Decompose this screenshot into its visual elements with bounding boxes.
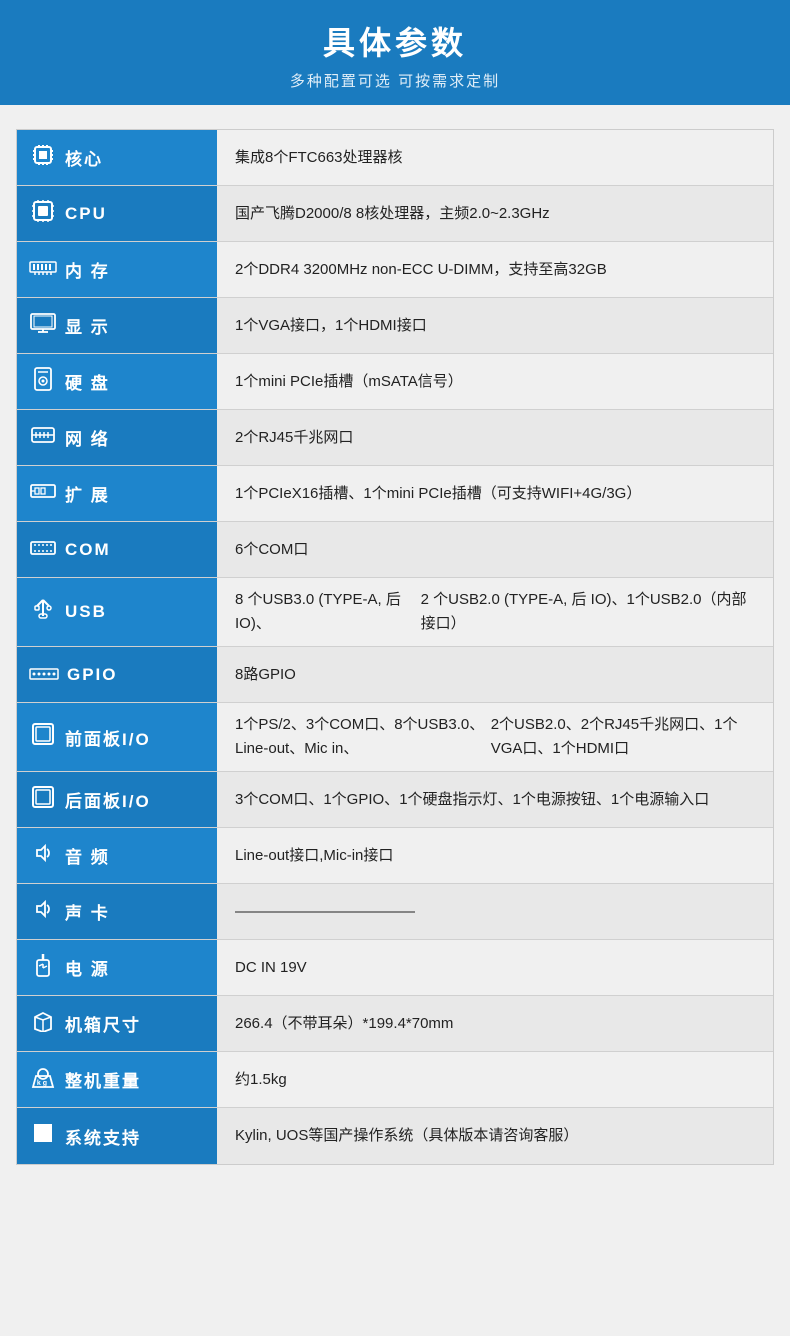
spec-icon	[29, 663, 59, 686]
spec-row: USB 8 个USB3.0 (TYPE-A, 后 IO)、2 个USB2.0 (T…	[17, 578, 773, 647]
spec-label-text: 前面板I/O	[65, 725, 151, 750]
spec-icon: kg	[29, 1066, 57, 1094]
spec-value: 8 个USB3.0 (TYPE-A, 后 IO)、2 个USB2.0 (TYPE…	[217, 578, 773, 646]
svg-text:kg: kg	[37, 1080, 49, 1087]
spec-value: 266.4（不带耳朵）*199.4*70mm	[217, 996, 773, 1051]
spec-label: 前面板I/O	[17, 703, 217, 771]
spec-value: 3个COM口、1个GPIO、1个硬盘指示灯、1个电源按钮、1个电源输入口	[217, 772, 773, 827]
spec-table: 核心 集成8个FTC663处理器核 CPU 国产飞腾D2000/8 8核处理器，主频2…	[16, 129, 774, 1165]
spec-row: CPU 国产飞腾D2000/8 8核处理器，主频2.0~2.3GHz	[17, 186, 773, 242]
spec-label-text: 电 源	[65, 955, 110, 980]
spec-row: 电 源 DC IN 19V	[17, 940, 773, 996]
spec-icon	[29, 598, 57, 626]
spec-value: 国产飞腾D2000/8 8核处理器，主频2.0~2.3GHz	[217, 186, 773, 241]
spec-label-text: 扩 展	[65, 481, 110, 506]
spec-label-text: 整机重量	[65, 1067, 141, 1092]
spec-icon	[29, 723, 57, 751]
spec-label-text: 机箱尺寸	[65, 1011, 141, 1036]
spec-label: 电 源	[17, 940, 217, 995]
spec-icon	[29, 199, 57, 229]
spec-row: 核心 集成8个FTC663处理器核	[17, 130, 773, 186]
spec-label-text: CPU	[65, 204, 107, 224]
spec-value: 1个PS/2、3个COM口、8个USB3.0、Line-out、Mic in、2…	[217, 703, 773, 771]
spec-label: 机箱尺寸	[17, 996, 217, 1051]
spec-value: 1个PCIeX16插槽、1个mini PCIe插槽（可支持WIFI+4G/3G）	[217, 466, 773, 521]
spec-row: 扩 展 1个PCIeX16插槽、1个mini PCIe插槽（可支持WIFI+4G/…	[17, 466, 773, 522]
spec-icon	[29, 842, 57, 870]
spec-label: 音 频	[17, 828, 217, 883]
spec-label: 系统支持	[17, 1108, 217, 1164]
spec-row: 音 频 Line-out接口,Mic-in接口	[17, 828, 773, 884]
spec-icon	[29, 143, 57, 173]
spec-icon	[29, 482, 57, 506]
spec-label-text: GPIO	[67, 665, 118, 685]
spec-value: 6个COM口	[217, 522, 773, 577]
spec-value: DC IN 19V	[217, 940, 773, 995]
spec-label: kg 整机重量	[17, 1052, 217, 1107]
spec-icon	[29, 258, 57, 282]
spec-label: 核心	[17, 130, 217, 185]
spec-label-text: 音 频	[65, 843, 110, 868]
spec-icon	[29, 1010, 57, 1038]
spec-label-text: 后面板I/O	[65, 787, 151, 812]
spec-value: 1个VGA接口，1个HDMI接口	[217, 298, 773, 353]
spec-label: 扩 展	[17, 466, 217, 521]
spec-row: 网 络 2个RJ45千兆网口	[17, 410, 773, 466]
spec-icon	[29, 538, 57, 561]
spec-label-text: 内 存	[65, 257, 110, 282]
spec-label: GPIO	[17, 647, 217, 702]
spec-row: GPIO 8路GPIO	[17, 647, 773, 703]
spec-label: CPU	[17, 186, 217, 241]
spec-row: 声 卡 ————————————	[17, 884, 773, 940]
spec-value: 8路GPIO	[217, 647, 773, 702]
spec-label: 内 存	[17, 242, 217, 297]
spec-value: Line-out接口,Mic-in接口	[217, 828, 773, 883]
spec-row: 前面板I/O 1个PS/2、3个COM口、8个USB3.0、Line-out、Mi…	[17, 703, 773, 772]
spec-label-text: 声 卡	[65, 899, 110, 924]
spec-label-text: 核心	[65, 145, 103, 170]
spec-icon	[29, 367, 57, 397]
spec-label-text: 显 示	[65, 313, 110, 338]
spec-label: USB	[17, 578, 217, 646]
spec-row: kg 整机重量 约1.5kg	[17, 1052, 773, 1108]
header: 具体参数 多种配置可选 可按需求定制	[0, 0, 790, 105]
spec-label: 硬 盘	[17, 354, 217, 409]
page-title: 具体参数	[0, 18, 790, 64]
spec-label: COM	[17, 522, 217, 577]
spec-label-text: COM	[65, 540, 111, 560]
spec-value: 集成8个FTC663处理器核	[217, 130, 773, 185]
spec-label: 后面板I/O	[17, 772, 217, 827]
spec-row: 内 存 2个DDR4 3200MHz non-ECC U-DIMM，支持至高32G…	[17, 242, 773, 298]
spec-label: 显 示	[17, 298, 217, 353]
spec-value: 2个DDR4 3200MHz non-ECC U-DIMM，支持至高32GB	[217, 242, 773, 297]
spec-value: 1个mini PCIe插槽（mSATA信号）	[217, 354, 773, 409]
spec-label-text: 系统支持	[65, 1124, 141, 1149]
spec-value: 约1.5kg	[217, 1052, 773, 1107]
spec-label-text: USB	[65, 602, 107, 622]
spec-row: 硬 盘 1个mini PCIe插槽（mSATA信号）	[17, 354, 773, 410]
spec-value: 2个RJ45千兆网口	[217, 410, 773, 465]
spec-icon	[29, 313, 57, 339]
spec-icon	[29, 424, 57, 452]
spec-icon	[29, 786, 57, 814]
spec-value: Kylin, UOS等国产操作系统（具体版本请咨询客服）	[217, 1108, 773, 1164]
spec-row: 显 示 1个VGA接口，1个HDMI接口	[17, 298, 773, 354]
spec-row: 后面板I/O 3个COM口、1个GPIO、1个硬盘指示灯、1个电源按钮、1个电源输…	[17, 772, 773, 828]
page-subtitle: 多种配置可选 可按需求定制	[0, 70, 790, 91]
spec-row: COM 6个COM口	[17, 522, 773, 578]
spec-row: 系统支持 Kylin, UOS等国产操作系统（具体版本请咨询客服）	[17, 1108, 773, 1164]
spec-icon	[29, 1122, 57, 1150]
spec-icon	[29, 898, 57, 926]
spec-label: 网 络	[17, 410, 217, 465]
spec-value: ————————————	[217, 884, 773, 939]
spec-label-text: 网 络	[65, 425, 110, 450]
spec-row: 机箱尺寸 266.4（不带耳朵）*199.4*70mm	[17, 996, 773, 1052]
spec-label: 声 卡	[17, 884, 217, 939]
spec-label-text: 硬 盘	[65, 369, 110, 394]
spec-icon	[29, 952, 57, 984]
